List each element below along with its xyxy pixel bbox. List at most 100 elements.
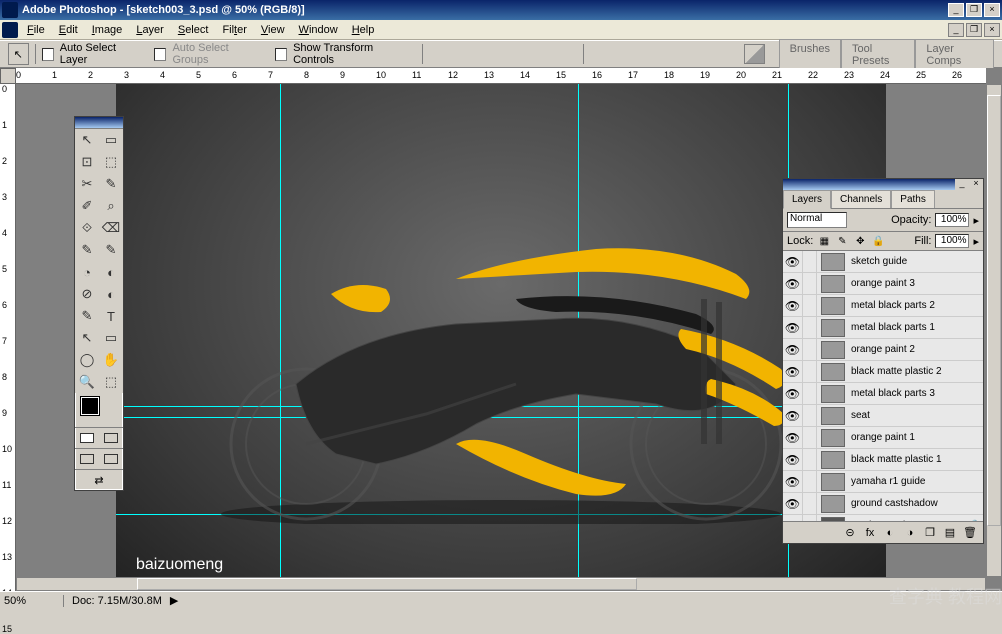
- menu-filter[interactable]: Filter: [215, 22, 253, 38]
- auto-select-groups-checkbox[interactable]: [154, 48, 166, 61]
- tab-brushes[interactable]: Brushes: [779, 39, 841, 70]
- align-vcenter-icon[interactable]: [453, 44, 475, 64]
- layer-name[interactable]: metal black parts 2: [849, 300, 967, 311]
- tab-channels[interactable]: Channels: [831, 190, 891, 208]
- panel-titlebar[interactable]: _ ×: [783, 179, 983, 190]
- layer-name[interactable]: orange paint 1: [849, 432, 967, 443]
- blend-mode-select[interactable]: Normal: [787, 212, 847, 228]
- visibility-toggle-icon[interactable]: 👁: [783, 427, 803, 449]
- visibility-toggle-icon[interactable]: 👁: [783, 405, 803, 427]
- visibility-toggle-icon[interactable]: 👁: [783, 449, 803, 471]
- link-layers-icon[interactable]: ⊝: [841, 525, 859, 541]
- close-button[interactable]: ×: [984, 3, 1000, 17]
- layer-name[interactable]: yamaha r1 guide: [849, 476, 967, 487]
- visibility-toggle-icon[interactable]: 👁: [783, 383, 803, 405]
- visibility-toggle-icon[interactable]: 👁: [783, 295, 803, 317]
- link-cell[interactable]: [803, 427, 817, 449]
- panel-close-button[interactable]: ×: [969, 179, 983, 190]
- fill-input[interactable]: 100%: [935, 234, 969, 248]
- tab-paths[interactable]: Paths: [891, 190, 935, 208]
- tool-button-11[interactable]: ✎: [99, 239, 123, 261]
- standard-mode-button[interactable]: [75, 428, 99, 448]
- doc-size-info[interactable]: Doc: 7.15M/30.8M: [64, 595, 170, 607]
- layer-row[interactable]: 👁seat: [783, 405, 983, 427]
- new-layer-icon[interactable]: ▤: [941, 525, 959, 541]
- opacity-slider-arrow[interactable]: ▸: [973, 214, 979, 227]
- tab-layers[interactable]: Layers: [783, 190, 831, 209]
- tool-button-17[interactable]: T: [99, 305, 123, 327]
- lock-transparency-icon[interactable]: ▦: [817, 234, 831, 248]
- lock-position-icon[interactable]: ✥: [853, 234, 867, 248]
- layer-thumbnail[interactable]: [821, 451, 845, 469]
- tool-button-12[interactable]: ◔: [75, 261, 99, 283]
- tool-button-2[interactable]: ⊡: [75, 151, 99, 173]
- tool-button-18[interactable]: ↖: [75, 327, 99, 349]
- scrollbar-thumb[interactable]: [987, 95, 1001, 526]
- layer-row[interactable]: 👁 metal black parts 2: [783, 295, 983, 317]
- status-menu-arrow[interactable]: ▶: [170, 594, 178, 607]
- layer-name[interactable]: metal black parts 1: [849, 322, 967, 333]
- tool-button-7[interactable]: ⌕: [99, 195, 123, 217]
- ruler-horizontal[interactable]: 0123456789101112131415161718192021222324…: [16, 68, 986, 84]
- layer-name[interactable]: orange paint 3: [849, 278, 967, 289]
- doc-minimize-button[interactable]: _: [948, 23, 964, 37]
- dist-bottom-icon[interactable]: [638, 44, 660, 64]
- visibility-toggle-icon[interactable]: 👁: [783, 317, 803, 339]
- layer-name[interactable]: sketch guide: [849, 256, 967, 267]
- maximize-button[interactable]: ❐: [966, 3, 982, 17]
- tool-button-9[interactable]: ⌫: [99, 217, 123, 239]
- menu-edit[interactable]: Edit: [52, 22, 85, 38]
- tool-button-3[interactable]: ⬚: [99, 151, 123, 173]
- dist-vcenter-icon[interactable]: [614, 44, 636, 64]
- dist-top-icon[interactable]: [590, 44, 612, 64]
- align-left-icon[interactable]: [501, 44, 523, 64]
- dist-hcenter-icon[interactable]: [686, 44, 708, 64]
- link-cell[interactable]: [803, 515, 817, 522]
- jump-to-imageready-button[interactable]: ⇄: [75, 470, 123, 490]
- visibility-toggle-icon[interactable]: 👁: [783, 515, 803, 522]
- scrollbar-horizontal[interactable]: [16, 577, 986, 591]
- visibility-toggle-icon[interactable]: 👁: [783, 273, 803, 295]
- link-cell[interactable]: [803, 339, 817, 361]
- layer-row[interactable]: 👁black matte plastic 2: [783, 361, 983, 383]
- ruler-corner[interactable]: [0, 68, 16, 84]
- layer-thumbnail[interactable]: [821, 253, 845, 271]
- link-cell[interactable]: [803, 449, 817, 471]
- link-cell[interactable]: [803, 251, 817, 273]
- layer-row[interactable]: 👁Background🔒: [783, 515, 983, 521]
- screen-mode-1-button[interactable]: [75, 449, 99, 469]
- layer-row[interactable]: 👁orange paint 2: [783, 339, 983, 361]
- layer-thumbnail[interactable]: [821, 363, 845, 381]
- tool-button-19[interactable]: ▭: [99, 327, 123, 349]
- tool-button-23[interactable]: ⬚: [99, 371, 123, 393]
- layer-row[interactable]: 👁 orange paint 3: [783, 273, 983, 295]
- align-right-icon[interactable]: [549, 44, 571, 64]
- delete-layer-icon[interactable]: 🗑: [961, 525, 979, 541]
- link-cell[interactable]: [803, 471, 817, 493]
- minimize-button[interactable]: _: [948, 3, 964, 17]
- foreground-color-swatch[interactable]: [81, 397, 99, 415]
- tool-button-14[interactable]: ⊘: [75, 283, 99, 305]
- link-cell[interactable]: [803, 405, 817, 427]
- auto-select-layer-checkbox[interactable]: [42, 48, 54, 61]
- palette-well-toggle[interactable]: [744, 44, 765, 64]
- tool-button-13[interactable]: ◐: [99, 261, 123, 283]
- link-cell[interactable]: [803, 493, 817, 515]
- tool-button-10[interactable]: ✎: [75, 239, 99, 261]
- tool-button-5[interactable]: ✎: [99, 173, 123, 195]
- tool-button-8[interactable]: ⟐: [75, 217, 99, 239]
- layer-row[interactable]: 👁 orange paint 1: [783, 427, 983, 449]
- layer-name[interactable]: ground castshadow: [849, 498, 967, 509]
- layer-name[interactable]: orange paint 2: [849, 344, 967, 355]
- align-hcenter-icon[interactable]: [525, 44, 547, 64]
- layer-row[interactable]: 👁metal black parts 3: [783, 383, 983, 405]
- menu-help[interactable]: Help: [345, 22, 382, 38]
- menu-select[interactable]: Select: [171, 22, 216, 38]
- document-canvas[interactable]: baizuomeng: [116, 84, 886, 577]
- lock-all-icon[interactable]: 🔒: [871, 234, 885, 248]
- align-top-icon[interactable]: [429, 44, 451, 64]
- layer-mask-icon[interactable]: ◐: [881, 525, 899, 541]
- layer-style-icon[interactable]: fx: [861, 525, 879, 541]
- dist-right-icon[interactable]: [710, 44, 732, 64]
- link-cell[interactable]: [803, 295, 817, 317]
